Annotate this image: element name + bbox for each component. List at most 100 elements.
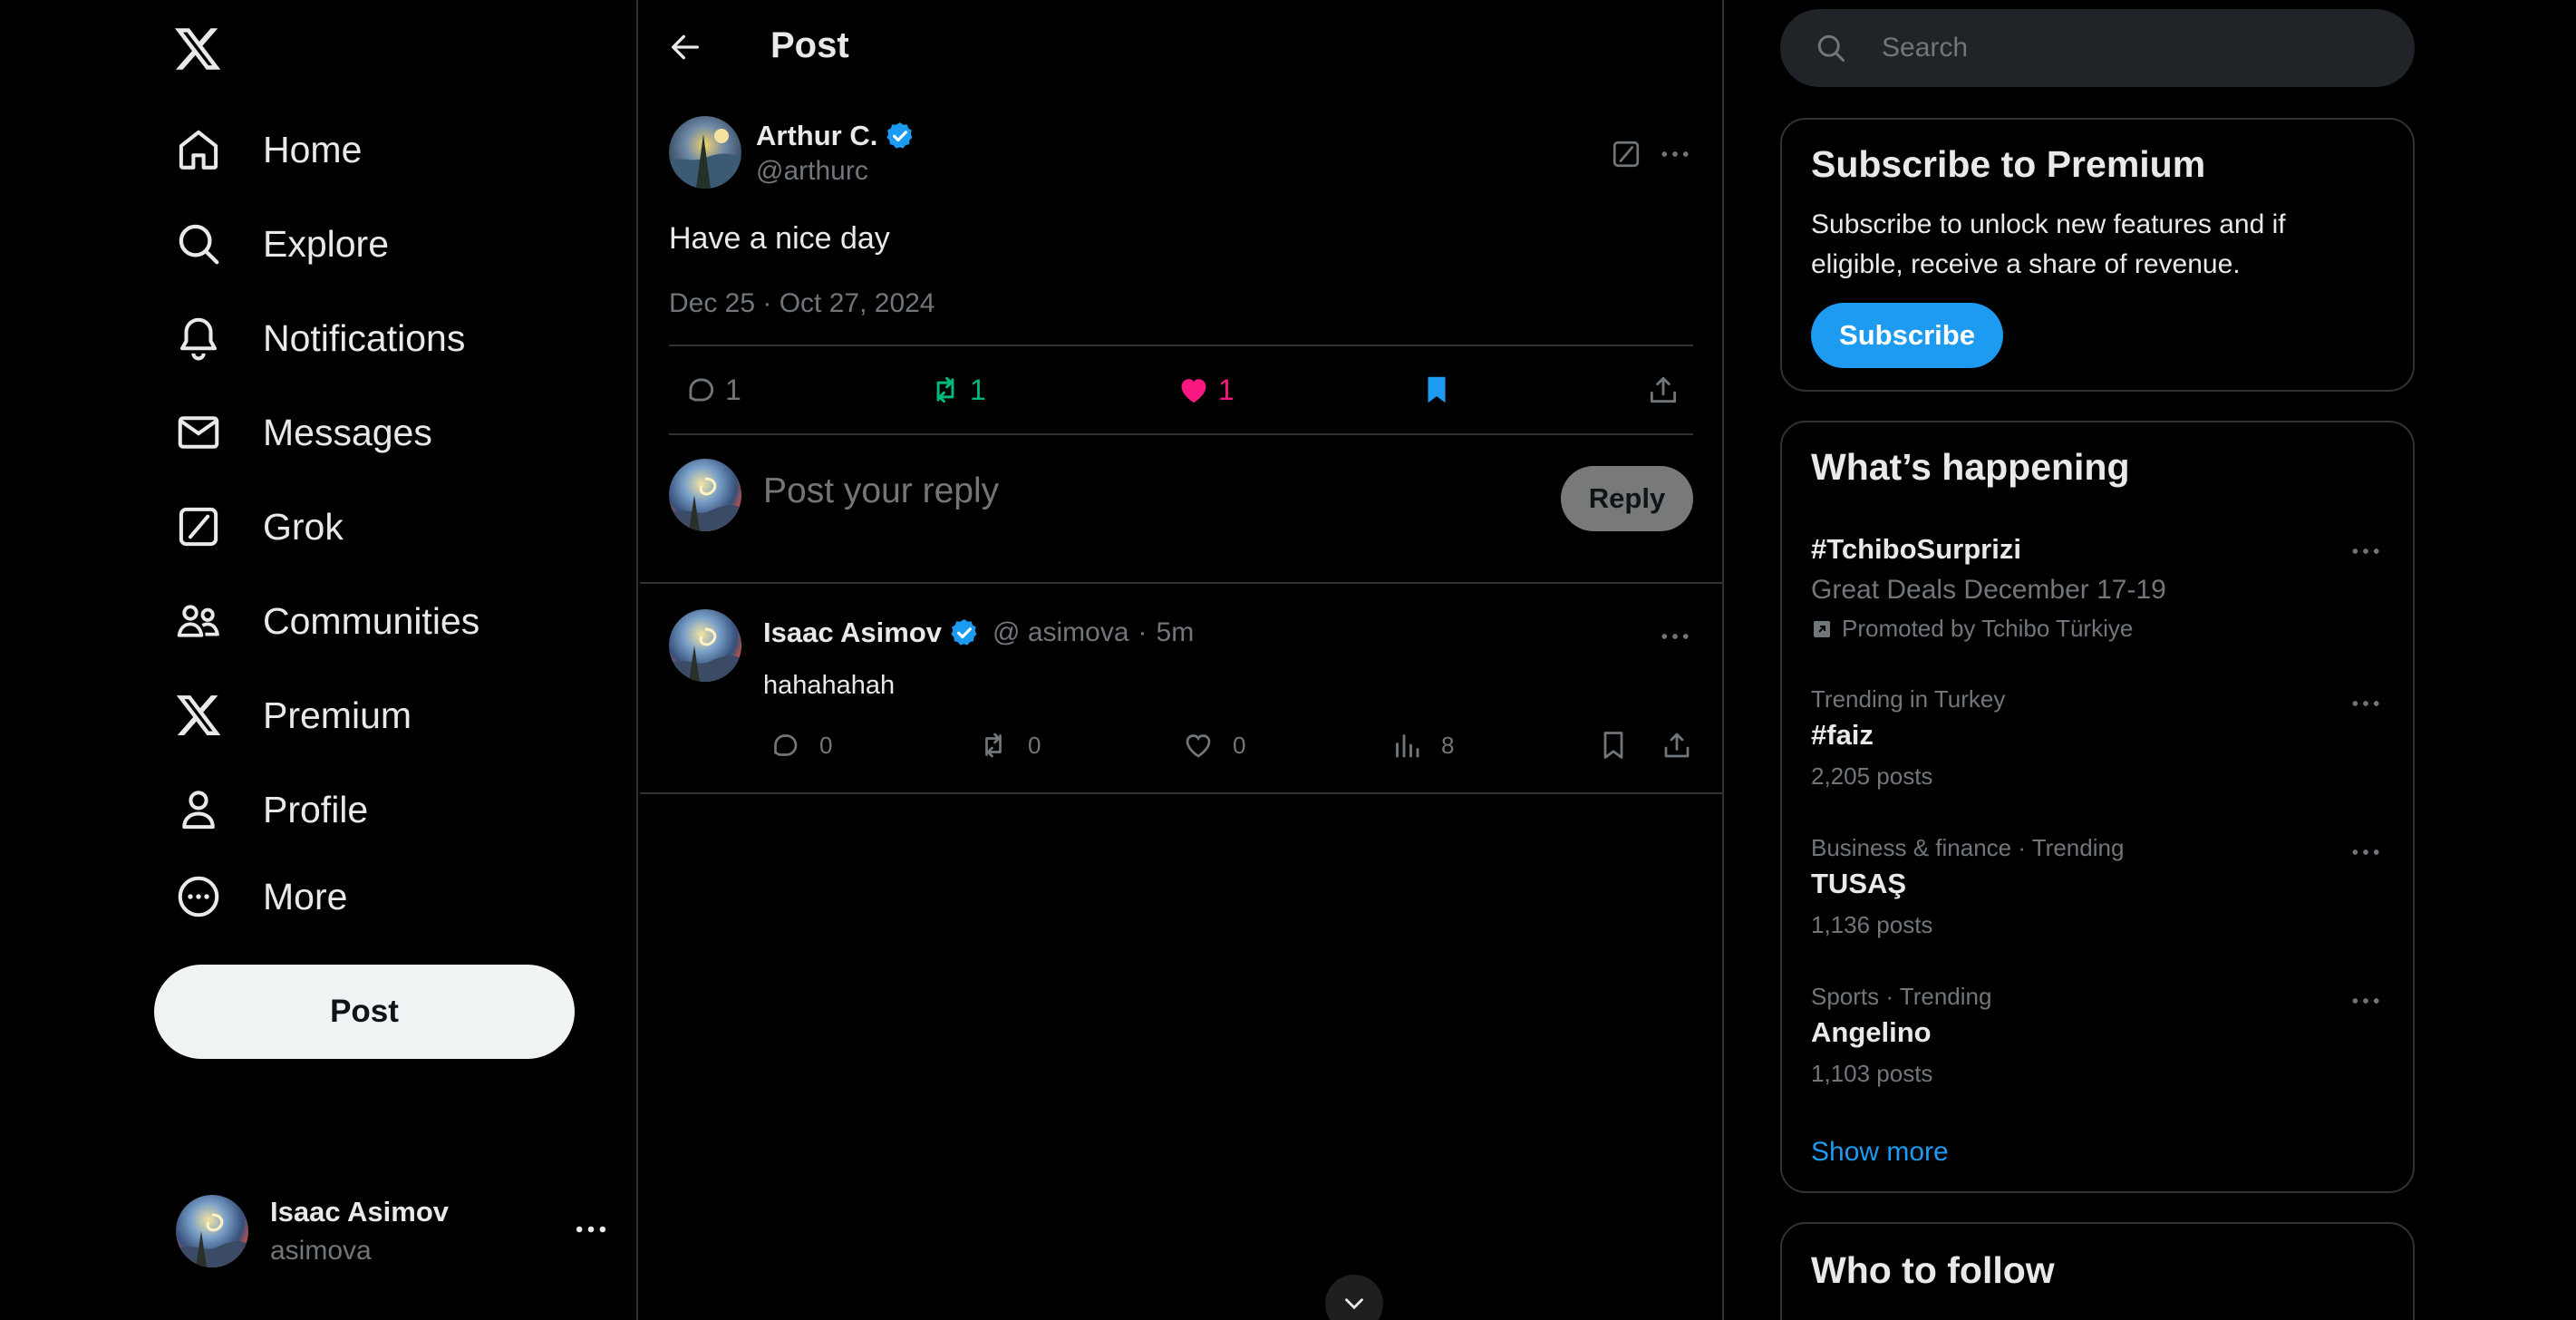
reply-repost-count: 0: [1028, 731, 1041, 759]
bookmark-filled-icon: [1428, 376, 1446, 403]
bookmark-action[interactable]: [1419, 372, 1461, 408]
reply-count: 1: [725, 373, 741, 406]
communities-icon: [174, 597, 223, 645]
nav-more[interactable]: More: [174, 865, 347, 928]
bookmark-icon[interactable]: [1597, 729, 1630, 762]
repost-icon: [985, 733, 1002, 758]
nav-notifications[interactable]: Notifications: [174, 306, 465, 370]
reply-text: hahahahah: [763, 671, 896, 700]
account-switcher[interactable]: Isaac Asimov asimova: [176, 1193, 611, 1269]
search-icon: [1817, 34, 1845, 62]
trend-name: #TchiboSurprizi: [1811, 533, 2021, 565]
trend-item[interactable]: #TchiboSurprizi Great Deals December 17-…: [1811, 533, 2384, 643]
more-icon[interactable]: [1657, 618, 1693, 655]
like-action[interactable]: 1: [1177, 372, 1235, 408]
promoted-label: Promoted by Tchibo Türkiye: [1811, 615, 2384, 643]
nav-grok[interactable]: Grok: [174, 495, 344, 558]
nav-communities[interactable]: Communities: [174, 589, 479, 653]
like-count: 1: [1218, 373, 1235, 406]
more-icon[interactable]: [2348, 983, 2384, 1019]
nav-home[interactable]: Home: [174, 118, 362, 181]
trend-count: 2,205 posts: [1811, 762, 1933, 790]
avatar[interactable]: [669, 609, 741, 682]
reply-like-action[interactable]: 0: [1182, 729, 1245, 762]
back-arrow-icon[interactable]: [667, 29, 703, 65]
page-title: Post: [770, 25, 849, 65]
whats-happening-card: What’s happening #TchiboSurprizi Great D…: [1780, 421, 2415, 1193]
reply-time[interactable]: 5m: [1157, 617, 1195, 648]
nav-profile[interactable]: Profile: [174, 778, 368, 841]
reply-repost-action[interactable]: 0: [977, 729, 1041, 762]
reply-views-count: 8: [1441, 731, 1455, 759]
nav-profile-label: Profile: [263, 788, 369, 830]
verified-badge-icon: [949, 617, 980, 648]
reply-button[interactable]: Reply: [1561, 466, 1693, 531]
subscribe-button[interactable]: Subscribe: [1811, 303, 2003, 368]
promoted-text: Promoted by Tchibo Türkiye: [1842, 615, 2134, 642]
more-icon[interactable]: [571, 1209, 611, 1249]
more-icon[interactable]: [1657, 136, 1693, 172]
home-icon: [174, 125, 223, 174]
heart-filled-icon: [1181, 379, 1206, 403]
trend-context: Sports · Trending: [1811, 983, 1992, 1010]
search-input[interactable]: [1882, 33, 2353, 63]
reply-icon: [689, 378, 714, 402]
trend-item[interactable]: Sports · Trending Angelino 1,103 posts: [1811, 983, 2384, 1088]
divider: [640, 582, 1722, 584]
x-logo-icon: [174, 691, 223, 740]
nav-home-label: Home: [263, 128, 363, 170]
reply-icon: [774, 734, 798, 756]
views-chart-icon: [1396, 734, 1419, 758]
post-author-handle[interactable]: @arthurc: [756, 156, 868, 187]
post-text: Have a nice day: [669, 221, 890, 256]
account-info: Isaac Asimov asimova: [270, 1196, 449, 1267]
reply-reply-action[interactable]: 0: [769, 729, 832, 762]
x-logo-icon[interactable]: [172, 24, 223, 74]
repost-count: 1: [970, 373, 986, 406]
who-to-follow-card: Who to follow: [1780, 1222, 2415, 1320]
show-more-link[interactable]: Show more: [1811, 1137, 1949, 1168]
share-action[interactable]: [1646, 372, 1688, 408]
scroll-down-button[interactable]: [1325, 1275, 1383, 1320]
avatar[interactable]: [669, 116, 741, 189]
trend-count: 1,103 posts: [1811, 1060, 1933, 1087]
trend-item[interactable]: Business & finance · Trending TUSAŞ 1,13…: [1811, 834, 2384, 939]
post-author-name: Arthur C.: [756, 120, 878, 151]
promoted-icon: [1814, 620, 1830, 637]
grok-icon[interactable]: [1610, 138, 1642, 170]
mail-icon: [174, 408, 223, 457]
more-icon[interactable]: [2348, 533, 2384, 569]
reply-author-handle[interactable]: @ asimova: [993, 617, 1129, 648]
premium-card: Subscribe to Premium Subscribe to unlock…: [1780, 118, 2415, 392]
share-icon: [1650, 376, 1677, 403]
more-circle-icon: [174, 872, 223, 921]
reply-header: Isaac Asimov @ asimova · 5m: [763, 616, 1194, 649]
reply-action[interactable]: 1: [683, 372, 741, 408]
nav-messages[interactable]: Messages: [174, 401, 432, 464]
nav-explore[interactable]: Explore: [174, 212, 389, 276]
nav-premium[interactable]: Premium: [174, 684, 412, 747]
post-timestamp[interactable]: Dec 25 · Oct 27, 2024: [669, 288, 935, 319]
repost-action[interactable]: 1: [928, 372, 986, 408]
more-icon[interactable]: [2348, 834, 2384, 870]
reply-like-count: 0: [1233, 731, 1246, 759]
reply-reply-count: 0: [819, 731, 833, 759]
reply-input[interactable]: [763, 471, 1398, 511]
nav-notifications-label: Notifications: [263, 316, 466, 359]
search-bar[interactable]: [1780, 9, 2415, 87]
avatar: [669, 459, 741, 531]
post-button[interactable]: Post: [154, 965, 575, 1059]
post-author[interactable]: Arthur C.: [756, 120, 915, 152]
nav-premium-label: Premium: [263, 694, 412, 736]
avatar: [176, 1195, 248, 1267]
reply-views-action[interactable]: 8: [1390, 729, 1454, 762]
repost-icon: [936, 376, 954, 403]
reply-author-name[interactable]: Isaac Asimov: [763, 616, 942, 649]
trend-item[interactable]: Trending in Turkey #faiz 2,205 posts: [1811, 685, 2384, 791]
more-icon[interactable]: [2348, 685, 2384, 722]
verified-badge-icon: [885, 121, 915, 151]
trend-name: Angelino: [1811, 1016, 1932, 1048]
premium-description: Subscribe to unlock new features and if …: [1811, 209, 2286, 279]
share-icon[interactable]: [1661, 729, 1693, 762]
trend-name: TUSAŞ: [1811, 868, 1907, 899]
